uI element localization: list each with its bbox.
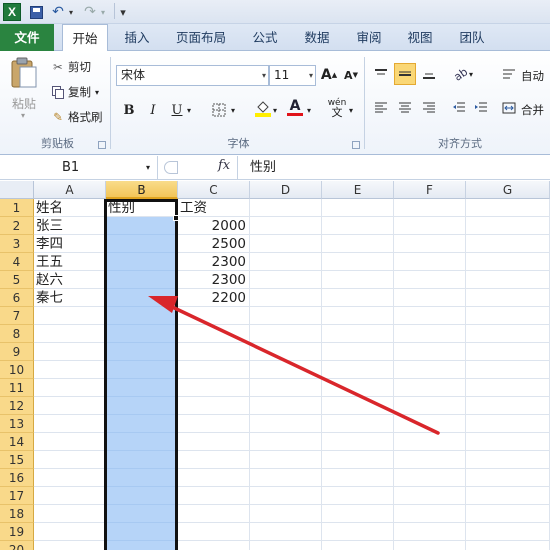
- name-box-dropdown-icon[interactable]: ▾: [146, 156, 150, 179]
- ribbon-home: 粘贴 ▾ ✂ 剪切 复制 ▾ ✎ 格式刷 剪贴板 宋体 ▾ 11 ▾ A ▲ A ▼: [0, 51, 550, 155]
- paste-icon: [11, 57, 37, 88]
- shrink-font-button[interactable]: A ▼: [340, 64, 362, 86]
- group-divider: [364, 57, 365, 149]
- borders-button[interactable]: [208, 99, 230, 121]
- align-center-button[interactable]: [394, 97, 416, 119]
- customize-qat-button[interactable]: ▾: [118, 3, 128, 21]
- phonetic-dropdown-icon[interactable]: ▾: [346, 99, 356, 121]
- cut-button[interactable]: ✂ 剪切: [50, 59, 91, 75]
- wrap-text-button[interactable]: 自动: [521, 68, 544, 84]
- fill-color-dropdown-icon[interactable]: ▾: [270, 99, 280, 121]
- font-launcher-icon[interactable]: [352, 141, 360, 149]
- align-bottom-icon: [423, 73, 435, 79]
- qat-divider: [114, 3, 115, 19]
- align-center-icon: [399, 102, 411, 113]
- outdent-icon: [453, 102, 465, 112]
- borders-dropdown-icon[interactable]: ▾: [228, 99, 238, 121]
- save-icon: [29, 5, 43, 19]
- alignment-group-label: 对齐方式: [438, 137, 482, 150]
- chevron-down-icon: ▾: [308, 71, 313, 80]
- tab-review[interactable]: 审阅: [348, 24, 390, 51]
- formula-controls: fx: [160, 156, 238, 179]
- annotation-arrow: [148, 296, 440, 435]
- font-color-dropdown-icon[interactable]: ▾: [304, 99, 314, 121]
- copy-button[interactable]: 复制 ▾: [50, 84, 99, 100]
- wrap-text-icon: [498, 63, 520, 85]
- border-icon: [212, 103, 226, 117]
- font-size-value: 11: [274, 68, 290, 82]
- tab-team[interactable]: 团队: [451, 24, 493, 51]
- align-top-icon: [375, 69, 387, 75]
- chevron-down-icon: ▾: [261, 71, 266, 80]
- align-middle-button[interactable]: [394, 63, 416, 85]
- align-right-button[interactable]: [418, 97, 440, 119]
- tab-insert[interactable]: 插入: [116, 24, 158, 51]
- scissors-icon: ✂: [53, 60, 63, 74]
- bold-button[interactable]: B: [118, 99, 140, 121]
- font-color-button[interactable]: A: [284, 96, 306, 118]
- quick-access-toolbar: X ↶ ▾ ↷ ▾ ▾: [0, 0, 550, 24]
- tab-formulas[interactable]: 公式: [244, 24, 286, 51]
- formula-input[interactable]: 性别: [250, 156, 276, 179]
- tab-file[interactable]: 文件: [0, 24, 54, 51]
- worksheet-grid: ABCDEFG 1 2 3 4 5 6 7 8 9 10 11 12 13 14 15 16 17 18 19 20 …: [0, 181, 550, 550]
- ribbon-tabs: 文件 开始 插入 页面布局 公式 数据 审阅 视图 团队: [0, 24, 550, 52]
- paste-button[interactable]: 粘贴 ▾: [6, 55, 42, 127]
- align-top-button[interactable]: [370, 63, 392, 85]
- italic-button[interactable]: I: [142, 99, 164, 121]
- format-painter-label: 格式刷: [68, 110, 103, 124]
- font-color-icon: A: [289, 97, 301, 114]
- annotation-arrow-line: [166, 303, 440, 435]
- excel-logo-icon[interactable]: X: [3, 3, 21, 21]
- underline-dropdown-icon[interactable]: ▾: [184, 99, 194, 121]
- align-bottom-button[interactable]: [418, 63, 440, 85]
- orientation-dropdown-icon[interactable]: ▾: [466, 63, 476, 85]
- font-name-combo[interactable]: 宋体 ▾: [116, 65, 269, 86]
- align-left-icon: [375, 102, 387, 113]
- align-left-button[interactable]: [370, 97, 392, 119]
- font-color-swatch: [287, 112, 303, 116]
- redo-button[interactable]: ↷: [82, 3, 98, 21]
- expand-handle-icon[interactable]: [164, 161, 178, 174]
- tab-page-layout[interactable]: 页面布局: [168, 24, 234, 51]
- increase-indent-button[interactable]: [470, 97, 492, 119]
- clipboard-launcher-icon[interactable]: [98, 141, 106, 149]
- brush-icon: ✎: [53, 110, 63, 124]
- undo-dropdown-icon[interactable]: ▾: [67, 3, 75, 21]
- excel-window: X ↶ ▾ ↷ ▾ ▾ 文件 开始 插入 页面布局 公式 数据 审阅 视图 团队…: [0, 0, 550, 550]
- annotation-arrow-head: [148, 296, 178, 313]
- font-size-combo[interactable]: 11 ▾: [269, 65, 316, 86]
- align-right-icon: [423, 102, 435, 113]
- paste-label: 粘贴: [12, 97, 37, 111]
- grow-font-button[interactable]: A ▲: [318, 64, 340, 86]
- shrink-font-icon: A: [344, 68, 353, 82]
- group-divider: [110, 57, 111, 149]
- redo-dropdown-icon[interactable]: ▾: [99, 3, 107, 21]
- paste-dropdown-icon[interactable]: ▾: [21, 111, 25, 120]
- clipboard-group-label: 剪贴板: [41, 137, 74, 150]
- name-box[interactable]: B1: [0, 156, 158, 179]
- align-middle-icon: [399, 71, 411, 76]
- save-button[interactable]: [28, 3, 44, 21]
- font-group-label: 字体: [227, 137, 250, 150]
- insert-function-button[interactable]: fx: [218, 158, 230, 173]
- tab-home[interactable]: 开始: [62, 24, 108, 52]
- decrease-indent-button[interactable]: [448, 97, 470, 119]
- undo-button[interactable]: ↶: [50, 3, 66, 21]
- phonetic-button[interactable]: wén 文: [326, 97, 348, 119]
- tab-view[interactable]: 视图: [399, 24, 441, 51]
- merge-icon: [498, 97, 520, 119]
- merge-center-button[interactable]: 合并: [521, 102, 544, 118]
- indent-icon: [475, 102, 487, 112]
- font-name-value: 宋体: [121, 68, 146, 82]
- grow-font-icon: A: [320, 67, 332, 83]
- copy-label: 复制: [68, 85, 91, 99]
- formula-bar: B1 ▾ fx 性别: [0, 156, 550, 180]
- format-painter-button[interactable]: ✎ 格式刷: [50, 109, 103, 125]
- tab-data[interactable]: 数据: [296, 24, 338, 51]
- copy-icon: [50, 85, 66, 99]
- copy-dropdown-icon[interactable]: ▾: [95, 88, 99, 97]
- cut-label: 剪切: [68, 60, 91, 74]
